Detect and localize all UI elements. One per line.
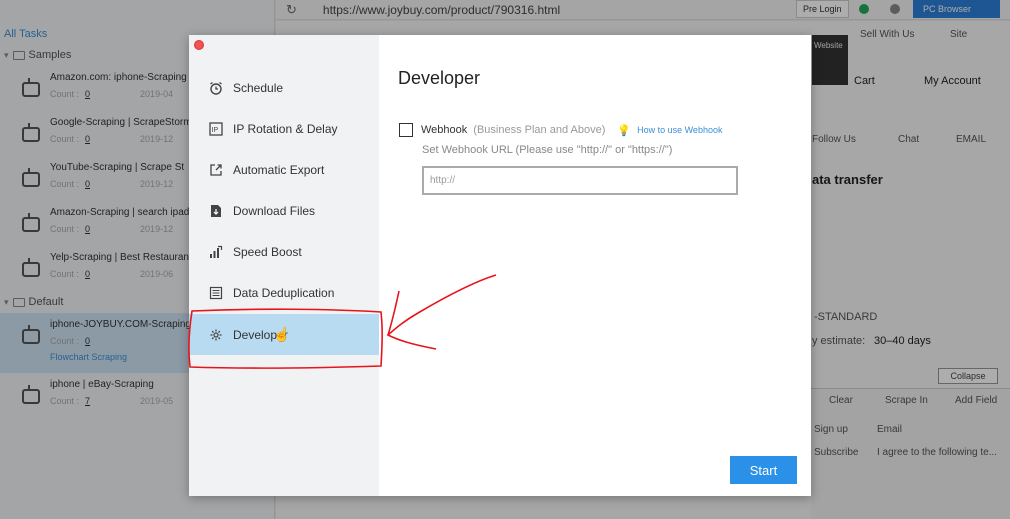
nav-label: Data Deduplication: [233, 285, 335, 300]
gear-icon: [209, 328, 223, 342]
svg-text:IP: IP: [212, 127, 219, 134]
nav-label: IP Rotation & Delay: [233, 121, 338, 136]
panel-title: Developer: [398, 68, 481, 88]
nav-speed-boost[interactable]: Speed Boost: [189, 231, 379, 272]
alarm-clock-icon: [209, 81, 223, 95]
task-settings-dialog: Schedule IP IP Rotation & Delay Automati…: [189, 35, 811, 496]
ip-icon: IP: [209, 121, 223, 136]
webhook-help-link[interactable]: How to use Webhook: [637, 125, 722, 135]
nav-schedule[interactable]: Schedule: [189, 67, 379, 108]
close-icon[interactable]: [194, 40, 204, 50]
nav-automatic-export[interactable]: Automatic Export: [189, 149, 379, 190]
webhook-row: Webhook (Business Plan and Above) 💡 How …: [399, 123, 722, 137]
lightbulb-icon: 💡: [617, 124, 632, 137]
webhook-url-input[interactable]: [422, 166, 738, 195]
start-button[interactable]: Start: [730, 456, 797, 484]
download-file-icon: [209, 204, 223, 218]
settings-nav: Schedule IP IP Rotation & Delay Automati…: [189, 35, 379, 496]
nav-label: Download Files: [233, 203, 316, 218]
speed-bars-icon: [209, 245, 223, 259]
webhook-label: Webhook: [421, 124, 468, 136]
developer-panel: Developer Webhook (Business Plan and Abo…: [379, 35, 811, 496]
webhook-plan-note: (Business Plan and Above): [473, 124, 606, 136]
nav-data-deduplication[interactable]: Data Deduplication: [189, 272, 379, 313]
nav-download-files[interactable]: Download Files: [189, 190, 379, 231]
nav-ip-rotation[interactable]: IP IP Rotation & Delay: [189, 108, 379, 149]
mouse-pointer-icon: ☝: [273, 326, 291, 342]
webhook-hint: Set Webhook URL (Please use "http://" or…: [422, 144, 673, 156]
nav-label: Speed Boost: [233, 244, 302, 259]
export-icon: [209, 163, 223, 177]
nav-label: Schedule: [233, 80, 284, 95]
webhook-checkbox[interactable]: [399, 123, 413, 137]
dedup-list-icon: [209, 286, 223, 300]
nav-label: Automatic Export: [233, 162, 325, 177]
